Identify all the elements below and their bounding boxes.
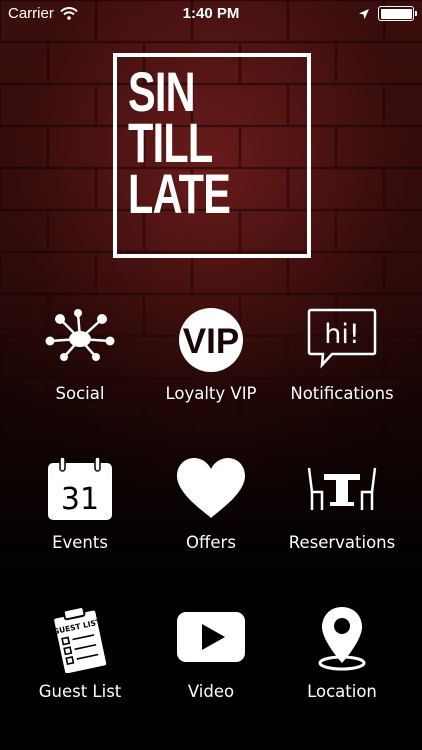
menu-label-guest-list: Guest List	[38, 682, 122, 701]
menu-label-social: Social	[55, 384, 105, 403]
menu-label-reservations: Reservations	[288, 533, 396, 552]
app-screen: Carrier 1:40 PM SIN TILL LATE Social VIP…	[0, 0, 422, 750]
clipboard-icon: GUEST LIST	[52, 606, 109, 673]
menu-item-reservations[interactable]: Reservations	[272, 456, 412, 566]
logo-line-3: LATE	[128, 162, 231, 225]
heart-icon	[177, 458, 245, 518]
menu-label-notifications: Notifications	[290, 384, 394, 403]
menu-item-video[interactable]: Video	[141, 605, 281, 715]
battery-icon	[378, 6, 417, 21]
menu-item-guest-list[interactable]: GUEST LIST Guest List	[10, 605, 150, 715]
vip-badge-icon: VIP	[179, 308, 243, 372]
menu-item-social[interactable]: Social	[10, 307, 150, 417]
calendar-icon: 31	[48, 456, 112, 520]
logo-line-2: TILL	[128, 111, 213, 174]
battery-level	[380, 8, 412, 19]
logo-line-1: SIN	[128, 60, 196, 123]
menu-item-loyalty-vip[interactable]: VIP Loyalty VIP	[141, 307, 281, 417]
speech-bubble-text: hi!	[324, 319, 359, 350]
network-icon	[45, 309, 115, 361]
menu-label-events: Events	[52, 533, 108, 552]
menu-item-offers[interactable]: Offers	[141, 456, 281, 566]
menu-item-location[interactable]: Location	[272, 605, 412, 715]
status-bar: Carrier 1:40 PM	[0, 0, 422, 28]
calendar-day-text: 31	[61, 482, 99, 517]
club-logo: SIN TILL LATE	[113, 53, 311, 258]
menu-item-notifications[interactable]: hi! Notifications	[272, 307, 412, 417]
menu-label-location: Location	[307, 682, 377, 701]
map-pin-icon	[318, 607, 366, 671]
speech-bubble-icon: hi!	[307, 308, 377, 369]
table-chairs-icon	[307, 467, 377, 510]
status-right-group	[358, 6, 417, 21]
play-icon	[177, 612, 245, 662]
menu-label-video: Video	[187, 682, 235, 701]
menu-label-offers: Offers	[186, 533, 236, 552]
vip-badge-text: VIP	[183, 322, 239, 361]
menu-item-events[interactable]: 31 Events	[10, 456, 150, 566]
menu-label-loyalty-vip: Loyalty VIP	[165, 384, 257, 403]
location-arrow-icon	[359, 8, 369, 19]
